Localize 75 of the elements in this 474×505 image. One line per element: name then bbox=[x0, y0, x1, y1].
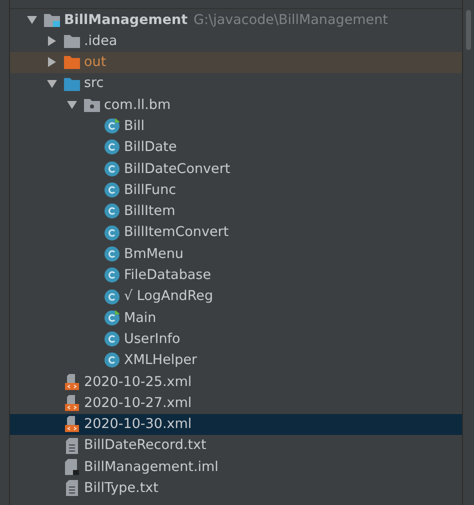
expanded-arrow-icon[interactable] bbox=[67, 100, 77, 110]
item-label: BillManagement.iml bbox=[84, 458, 218, 477]
class-icon bbox=[104, 310, 120, 326]
tree-row[interactable]: BillDate bbox=[10, 136, 462, 158]
tree-row[interactable]: Bill bbox=[10, 115, 462, 137]
tree-row[interactable]: com.ll.bm bbox=[10, 94, 462, 116]
item-label: BillType.txt bbox=[84, 479, 158, 498]
text-file-icon bbox=[66, 438, 78, 454]
expanded-arrow-icon[interactable] bbox=[27, 14, 37, 25]
tree-row[interactable]: UserInfo bbox=[10, 328, 462, 350]
class-icon bbox=[104, 288, 120, 304]
text-file-icon bbox=[66, 480, 78, 496]
tree-row[interactable]: √ LogAndReg bbox=[10, 286, 462, 308]
item-label: BillDate bbox=[124, 138, 177, 158]
class-icon bbox=[104, 139, 120, 156]
item-label: .idea bbox=[84, 32, 118, 51]
tree-row[interactable]: BillManagement.iml bbox=[10, 456, 462, 478]
collapsed-arrow-icon[interactable] bbox=[47, 36, 57, 46]
tree-row[interactable]: .idea bbox=[10, 30, 462, 52]
tree-row[interactable]: FileDatabase bbox=[10, 264, 462, 286]
xml-file-icon bbox=[65, 374, 79, 390]
class-icon bbox=[104, 203, 120, 220]
folder-icon bbox=[64, 55, 80, 70]
item-label: Bill bbox=[124, 117, 145, 136]
tree-row[interactable]: BillManagement G:\javacode\BillManagement bbox=[10, 9, 462, 30]
item-label: 2020-10-27.xml bbox=[84, 394, 192, 413]
folder-icon bbox=[64, 34, 80, 48]
tree-row[interactable]: BillType.txt bbox=[10, 478, 462, 499]
item-label: src bbox=[84, 74, 104, 94]
class-icon bbox=[104, 267, 120, 284]
item-label: BillFunc bbox=[124, 180, 176, 200]
tree-row[interactable]: BillFunc bbox=[10, 179, 462, 201]
tree-row[interactable]: out bbox=[10, 52, 462, 73]
class-icon bbox=[104, 118, 120, 134]
item-label: out bbox=[84, 53, 106, 72]
tree-row[interactable]: XMLHelper bbox=[10, 350, 462, 372]
tree-row[interactable]: src bbox=[10, 72, 462, 94]
tree-row[interactable]: BillItem bbox=[10, 200, 462, 222]
item-label: 2020-10-30.xml bbox=[84, 415, 192, 434]
package-icon bbox=[84, 98, 100, 112]
item-label: BmMenu bbox=[124, 244, 184, 264]
folder-icon bbox=[64, 76, 80, 91]
item-label: √ LogAndReg bbox=[124, 287, 214, 306]
collapsed-arrow-icon[interactable] bbox=[47, 57, 57, 68]
item-label: BillDateRecord.txt bbox=[84, 436, 206, 456]
module-file-icon bbox=[65, 458, 79, 475]
item-label: BillManagement bbox=[64, 10, 188, 30]
item-label: Main bbox=[124, 308, 156, 328]
xml-file-icon bbox=[65, 394, 79, 411]
tree-row[interactable]: BillItemConvert bbox=[10, 222, 462, 244]
class-icon bbox=[104, 352, 120, 368]
class-icon bbox=[104, 182, 120, 198]
item-label: BillItemConvert bbox=[124, 223, 229, 242]
module-path: G:\javacode\BillManagement bbox=[194, 10, 388, 30]
class-icon bbox=[104, 224, 120, 241]
expanded-arrow-icon[interactable] bbox=[47, 78, 57, 89]
tree-row[interactable]: BillDateRecord.txt bbox=[10, 434, 462, 456]
item-label: BillDateConvert bbox=[124, 160, 230, 179]
tree-row[interactable]: 2020-10-27.xml bbox=[10, 392, 462, 414]
item-label: FileDatabase bbox=[124, 266, 212, 286]
tree-row[interactable]: 2020-10-30.xml bbox=[10, 414, 462, 435]
tree-row[interactable]: BmMenu bbox=[10, 243, 462, 265]
class-icon bbox=[104, 331, 120, 348]
item-label: com.ll.bm bbox=[104, 96, 171, 115]
item-label: BillItem bbox=[124, 202, 176, 222]
class-icon bbox=[104, 246, 120, 262]
class-icon bbox=[104, 160, 120, 177]
item-label: XMLHelper bbox=[124, 351, 198, 370]
tree-row[interactable]: BillDateConvert bbox=[10, 158, 462, 180]
tree-row[interactable]: Main bbox=[10, 307, 462, 328]
item-label: UserInfo bbox=[124, 330, 180, 349]
item-label: 2020-10-25.xml bbox=[84, 372, 192, 392]
tree-row[interactable]: 2020-10-25.xml bbox=[10, 371, 462, 392]
module-folder-icon bbox=[44, 12, 60, 27]
xml-file-icon bbox=[65, 416, 79, 432]
